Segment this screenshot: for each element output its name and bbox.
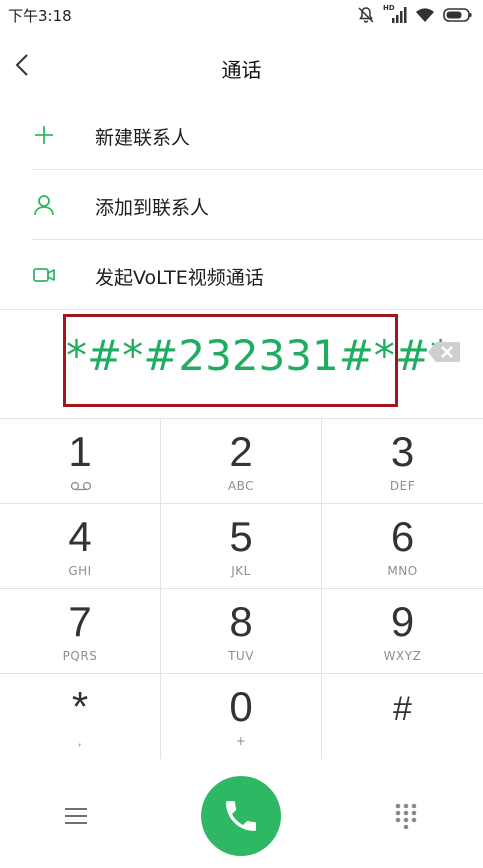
new-contact-label: 新建联系人 xyxy=(95,127,191,149)
status-bar: 下午3:18 HD xyxy=(0,0,483,30)
backspace-button[interactable] xyxy=(427,340,461,364)
key-digit: 4 xyxy=(68,513,92,560)
key-3[interactable]: 3 DEF xyxy=(322,419,483,504)
keypad: 1 2 ABC 3 DEF 4 GHI 5 JKL 6 MNO 7 PQRS 8… xyxy=(0,418,483,759)
key-digit: 6 xyxy=(390,513,415,560)
key-9[interactable]: 9 WXYZ xyxy=(322,589,483,674)
battery-icon xyxy=(443,7,473,23)
key-letters: + xyxy=(235,734,247,748)
key-letters: TUV xyxy=(228,649,254,663)
highlight-box: *#*#232331#*#* xyxy=(63,314,451,407)
call-button[interactable] xyxy=(201,776,281,856)
status-icons: HD xyxy=(357,4,473,25)
key-digit: 8 xyxy=(229,598,253,645)
menu-button[interactable] xyxy=(63,806,89,826)
status-time: 下午3:18 xyxy=(8,7,72,25)
header: 通话 xyxy=(0,30,483,100)
key-digit: # xyxy=(393,690,412,728)
key-letters: WXYZ xyxy=(383,649,422,663)
key-8[interactable]: 8 TUV xyxy=(161,589,322,674)
phone-icon xyxy=(226,801,256,831)
key-digit: * xyxy=(71,683,89,730)
video-camera-icon xyxy=(32,263,56,287)
key-5[interactable]: 5 JKL xyxy=(161,504,322,589)
key-letters: JKL xyxy=(231,564,251,578)
signal-hd-icon: HD xyxy=(383,4,407,24)
number-display: *#*#232331#*#* xyxy=(0,308,483,418)
key-digit: 3 xyxy=(390,428,415,475)
page-title: 通话 xyxy=(221,58,262,82)
add-to-contact-item[interactable]: 添加到联系人 xyxy=(0,170,483,240)
dialpad-toggle-button[interactable] xyxy=(394,803,418,830)
backspace-icon xyxy=(428,342,460,362)
hamburger-menu-icon xyxy=(65,808,87,824)
key-digit: 2 xyxy=(229,428,253,475)
key-0[interactable]: 0 + xyxy=(161,674,322,759)
action-list: 新建联系人 添加到联系人 发起VoLTE视频通话 xyxy=(0,100,483,310)
plus-icon xyxy=(32,123,56,147)
key-7[interactable]: 7 PQRS xyxy=(0,589,161,674)
key-digit: 9 xyxy=(390,598,415,645)
voicemail-icon xyxy=(70,481,92,491)
key-letters: MNO xyxy=(387,564,418,578)
key-2[interactable]: 2 ABC xyxy=(161,419,322,504)
dialpad-icon xyxy=(395,803,417,830)
mute-icon xyxy=(357,6,375,24)
key-star[interactable]: * , xyxy=(0,674,161,759)
new-contact-item[interactable]: 新建联系人 xyxy=(0,100,483,170)
key-letters: DEF xyxy=(389,479,416,493)
key-letters: GHI xyxy=(68,564,92,578)
key-1[interactable]: 1 xyxy=(0,419,161,504)
key-digit: 7 xyxy=(68,598,92,645)
key-letters: , xyxy=(77,734,83,748)
add-to-contact-label: 添加到联系人 xyxy=(95,197,210,219)
key-pound[interactable]: # xyxy=(322,674,483,759)
dialed-number[interactable]: *#*#232331#*#* xyxy=(66,331,451,380)
volte-video-call-item[interactable]: 发起VoLTE视频通话 xyxy=(0,240,483,310)
key-4[interactable]: 4 GHI xyxy=(0,504,161,589)
key-digit: 5 xyxy=(229,513,253,560)
key-6[interactable]: 6 MNO xyxy=(322,504,483,589)
volte-video-call-label: 发起VoLTE视频通话 xyxy=(95,267,264,289)
bottom-action-bar xyxy=(0,758,483,868)
key-digit: 1 xyxy=(68,428,92,475)
key-letters: PQRS xyxy=(62,649,98,663)
key-letters: ABC xyxy=(227,479,255,493)
wifi-icon xyxy=(415,7,435,23)
person-icon xyxy=(32,193,56,217)
key-digit: 0 xyxy=(229,683,253,730)
